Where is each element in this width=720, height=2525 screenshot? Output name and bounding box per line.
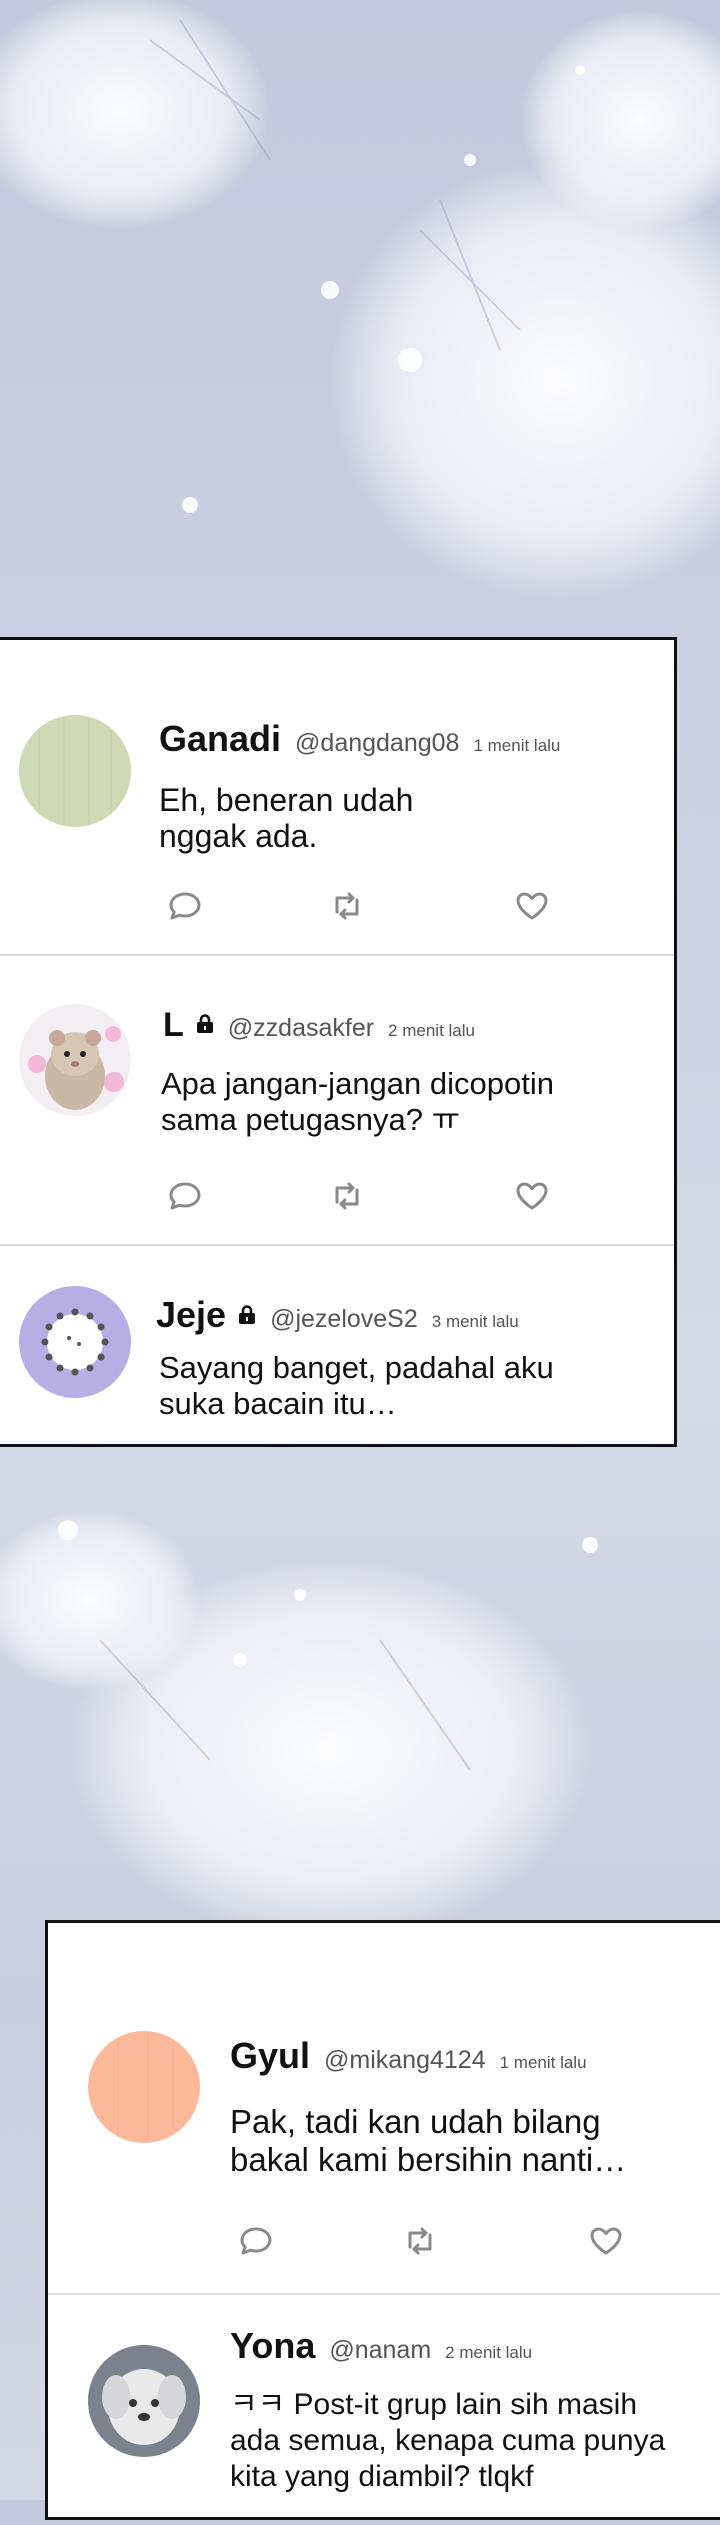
heart-icon <box>516 1182 548 1210</box>
reply-button[interactable] <box>165 1176 205 1216</box>
feed-post[interactable]: Jeje @jezeloveS2 3 menit lalu Sayang ban… <box>0 1246 674 1444</box>
like-button[interactable] <box>512 1176 552 1216</box>
post-text: ㅋㅋ Post-it grup lain sih masih ada semua… <box>230 2388 666 2493</box>
speech-bubble-icon <box>169 892 201 920</box>
post-text: Sayang banget, padahal aku suka bacain i… <box>159 1350 554 1421</box>
post-header: Ganadi @dangdang08 1 menit lalu <box>159 718 560 760</box>
lock-icon <box>238 1305 256 1330</box>
dog-photo-avatar[interactable] <box>88 2345 200 2457</box>
post-time: 3 menit lalu <box>431 1312 519 1331</box>
orange-avatar[interactable] <box>88 2031 200 2143</box>
post-text: Eh, beneran udah nggak ada. <box>159 782 414 854</box>
post-time: 2 menit lalu <box>388 1021 475 1040</box>
user-name[interactable]: Gyul <box>230 2035 310 2077</box>
user-name[interactable]: L <box>163 1006 184 1045</box>
user-name[interactable]: Yona <box>230 2325 315 2367</box>
like-button[interactable] <box>586 2221 626 2261</box>
hamster-avatar[interactable] <box>19 1004 131 1116</box>
avatar-graphic <box>41 1308 109 1376</box>
user-handle[interactable]: @jezeloveS2 <box>270 1305 418 1334</box>
post-time: 2 menit lalu <box>445 2343 533 2362</box>
feed-post[interactable]: Ganadi @dangdang08 1 menit lalu Eh, bene… <box>0 640 674 954</box>
repost-arrows-icon <box>408 2227 432 2255</box>
user-handle[interactable]: @dangdang08 <box>295 729 459 758</box>
repost-arrows-icon <box>335 892 359 920</box>
lock-icon <box>196 1014 214 1039</box>
repost-arrows-icon <box>335 1182 359 1210</box>
purple-circle-avatar[interactable] <box>19 1286 131 1398</box>
feed-post[interactable]: L @zzdasakfer 2 menit lalu Apa jangan-ja… <box>0 956 674 1244</box>
post-time: 1 menit lalu <box>499 2053 587 2072</box>
avatar-texture <box>117 2031 174 2143</box>
feed-panel-2: Gyul @mikang4124 1 menit lalu Pak, tadi … <box>45 1920 720 2520</box>
post-header: Jeje @jezeloveS2 3 menit lalu <box>156 1294 519 1336</box>
reply-button[interactable] <box>165 886 205 926</box>
feed-post[interactable]: Gyul @mikang4124 1 menit lalu Pak, tadi … <box>48 1923 720 2293</box>
repost-button[interactable] <box>400 2221 440 2261</box>
reply-button[interactable] <box>236 2221 276 2261</box>
post-header: Yona @nanam 2 menit lalu <box>230 2325 532 2367</box>
speech-bubble-icon <box>240 2227 272 2255</box>
post-time: 1 menit lalu <box>473 736 561 755</box>
dog-photo <box>88 2345 200 2457</box>
user-handle[interactable]: @nanam <box>329 2336 431 2365</box>
hamster-photo <box>28 1026 124 1110</box>
heart-icon <box>590 2227 622 2255</box>
user-name[interactable]: Jeje <box>156 1294 226 1336</box>
repost-button[interactable] <box>327 1176 367 1216</box>
post-header: L @zzdasakfer 2 menit lalu <box>163 1006 475 1045</box>
green-avatar[interactable] <box>19 715 131 827</box>
feed-post[interactable]: Yona @nanam 2 menit lalu ㅋㅋ Post-it grup… <box>48 2295 720 2525</box>
like-button[interactable] <box>512 886 552 926</box>
user-handle[interactable]: @mikang4124 <box>324 2046 486 2075</box>
feed-panel-1: Ganadi @dangdang08 1 menit lalu Eh, bene… <box>0 637 677 1447</box>
speech-bubble-icon <box>169 1182 201 1210</box>
heart-icon <box>516 892 548 920</box>
post-header: Gyul @mikang4124 1 menit lalu <box>230 2035 587 2077</box>
user-handle[interactable]: @zzdasakfer <box>228 1014 374 1043</box>
repost-button[interactable] <box>327 886 367 926</box>
post-text: Pak, tadi kan udah bilang bakal kami ber… <box>230 2103 627 2178</box>
avatar-texture <box>38 715 112 827</box>
user-name[interactable]: Ganadi <box>159 718 281 760</box>
post-text: Apa jangan-jangan dicopotin sama petugas… <box>161 1066 554 1137</box>
